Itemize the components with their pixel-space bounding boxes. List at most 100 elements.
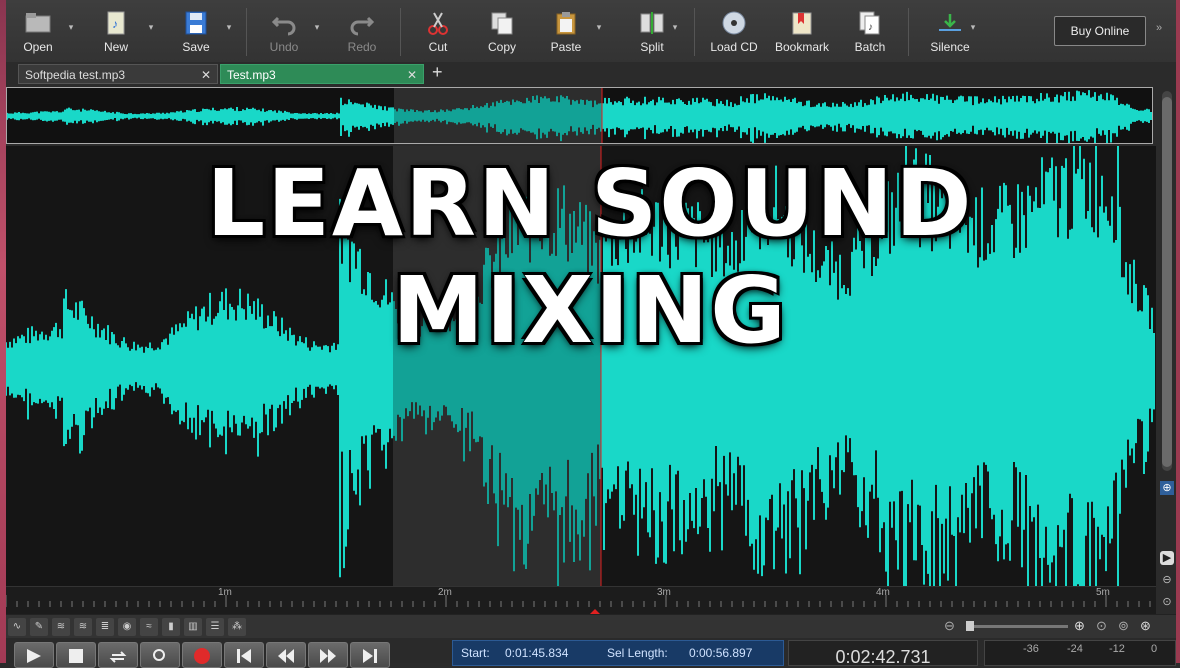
open-button[interactable]: Open: [6, 4, 70, 58]
silence-dropdown[interactable]: ▾: [968, 22, 978, 38]
zoom-in-icon[interactable]: ⊕: [1074, 618, 1085, 634]
selection-info-panel: Start: 0:01:45.834 Sel Length: 0:00:56.8…: [452, 640, 784, 666]
cut-button[interactable]: Cut: [406, 4, 470, 58]
redo-icon: [350, 16, 375, 36]
headline-overlay: LEARN SOUND MIXING: [206, 150, 974, 364]
ruler-label: 5m: [1096, 587, 1110, 598]
zoom-selection-icon[interactable]: ⊙: [1096, 618, 1107, 634]
batch-icon: ♪: [859, 11, 880, 35]
new-dropdown[interactable]: ▾: [146, 22, 156, 38]
skip-end-button[interactable]: [350, 642, 390, 668]
tab-test[interactable]: Test.mp3 ✕: [220, 64, 424, 84]
split-icon: [640, 12, 664, 34]
fade-in-tool-icon[interactable]: ≋: [52, 618, 70, 636]
loop-button[interactable]: [98, 642, 138, 668]
ruler-label: 3m: [657, 587, 671, 598]
zoom-in-vertical-icon[interactable]: ⊕: [1160, 481, 1174, 495]
effects-tool-icon[interactable]: ◉: [118, 618, 136, 636]
zoom-full-icon[interactable]: ⊛: [1140, 618, 1151, 634]
zoom-slider[interactable]: [968, 625, 1068, 628]
close-tab-icon[interactable]: ✕: [201, 65, 211, 85]
noise-tool-icon[interactable]: ⁂: [228, 618, 246, 636]
load-cd-label: Load CD: [710, 40, 758, 54]
spectrum-tool-icon[interactable]: ▥: [184, 618, 202, 636]
rewind-button[interactable]: [266, 642, 306, 668]
clipboard-icon: [556, 12, 576, 35]
undo-dropdown[interactable]: ▾: [312, 22, 322, 38]
zoom-slider-knob[interactable]: [966, 621, 974, 631]
cd-icon: [722, 11, 746, 35]
floppy-icon: [185, 11, 207, 35]
buy-online-button[interactable]: Buy Online: [1054, 16, 1146, 46]
stop-icon: [69, 649, 83, 663]
batch-button[interactable]: ♪ Batch: [838, 4, 902, 58]
vertical-zoom-handle-icon[interactable]: ▶: [1160, 551, 1174, 565]
toolbar-overflow-icon[interactable]: »: [1156, 22, 1162, 34]
folder-icon: [25, 13, 51, 33]
undo-button[interactable]: Undo: [252, 4, 316, 58]
scrub-button[interactable]: [140, 642, 180, 668]
start-value: 0:01:45.834: [505, 646, 569, 660]
fast-forward-button[interactable]: [308, 642, 348, 668]
add-tab-icon[interactable]: +: [432, 62, 443, 83]
silence-label: Silence: [930, 40, 970, 54]
ruler-ticks: [6, 595, 1151, 615]
bookmark-button[interactable]: Bookmark: [770, 4, 834, 58]
new-label: New: [103, 40, 128, 54]
sel-length-label: Sel Length:: [607, 646, 668, 660]
svg-text:♪: ♪: [112, 17, 118, 31]
meter-label: -24: [1067, 643, 1083, 655]
play-button[interactable]: [14, 642, 54, 668]
zoom-fit-icon[interactable]: ⊚: [1118, 618, 1129, 634]
redo-button[interactable]: Redo: [330, 4, 394, 58]
redo-label: Redo: [347, 40, 377, 54]
toolbar-separator: [246, 8, 247, 56]
zoom-out-icon[interactable]: ⊖: [944, 618, 955, 634]
scroll-thumb[interactable]: [1162, 97, 1172, 467]
close-tab-icon[interactable]: ✕: [407, 65, 417, 85]
list-tool-icon[interactable]: ☰: [206, 618, 224, 636]
fast-forward-icon: [320, 649, 336, 663]
pencil-tool-icon[interactable]: ✎: [30, 618, 48, 636]
fade-out-tool-icon[interactable]: ≋: [74, 618, 92, 636]
skip-start-button[interactable]: [224, 642, 264, 668]
new-button[interactable]: ♪ New: [84, 4, 148, 58]
tools-row: ∿ ✎ ≋ ≋ ≣ ◉ ≈ ▮ ▥ ☰ ⁂ ⊖ ⊕ ⊙ ⊚ ⊛: [6, 614, 1176, 639]
play-icon: [27, 649, 41, 663]
sel-length-value: 0:00:56.897: [689, 646, 753, 660]
split-dropdown[interactable]: ▾: [670, 22, 680, 38]
toolbar-separator: [908, 8, 909, 56]
waveform-tool-icon[interactable]: ∿: [8, 618, 26, 636]
vertical-scrollbar[interactable]: ⊕ ▶ ⊖ ⊙: [1158, 87, 1176, 615]
normalize-tool-icon[interactable]: ≣: [96, 618, 114, 636]
tab-label: Softpedia test.mp3: [25, 68, 126, 82]
zoom-fit-vertical-icon[interactable]: ⊙: [1160, 595, 1174, 609]
copy-icon: [491, 12, 513, 35]
level-meter: -36 -24 -12 0: [984, 640, 1176, 666]
open-dropdown[interactable]: ▾: [66, 22, 76, 38]
transport-bar: Start: 0:01:45.834 Sel Length: 0:00:56.8…: [6, 638, 1176, 668]
save-dropdown[interactable]: ▾: [224, 22, 234, 38]
meter-label: 0: [1151, 643, 1158, 655]
split-label: Split: [640, 40, 664, 54]
open-label: Open: [23, 40, 53, 54]
load-cd-button[interactable]: Load CD: [702, 4, 766, 58]
time-ruler[interactable]: 1m 2m 3m 4m 5m: [6, 586, 1156, 615]
tab-softpedia-test[interactable]: Softpedia test.mp3 ✕: [18, 64, 218, 84]
ruler-label: 1m: [218, 587, 232, 598]
batch-label: Batch: [854, 40, 886, 54]
copy-button[interactable]: Copy: [470, 4, 534, 58]
save-button[interactable]: Save: [164, 4, 228, 58]
stop-button[interactable]: [56, 642, 96, 668]
equalizer-tool-icon[interactable]: ▮: [162, 618, 180, 636]
bookmark-icon: [792, 12, 812, 35]
zoom-out-vertical-icon[interactable]: ⊖: [1160, 573, 1174, 587]
undo-label: Undo: [269, 40, 299, 54]
skip-start-icon: [237, 649, 251, 663]
overview-waveform[interactable]: [6, 87, 1153, 147]
scrub-icon: [153, 649, 165, 661]
echo-tool-icon[interactable]: ≈: [140, 618, 158, 636]
paste-button[interactable]: Paste: [534, 4, 598, 58]
paste-dropdown[interactable]: ▾: [594, 22, 604, 38]
record-button[interactable]: [182, 642, 222, 668]
